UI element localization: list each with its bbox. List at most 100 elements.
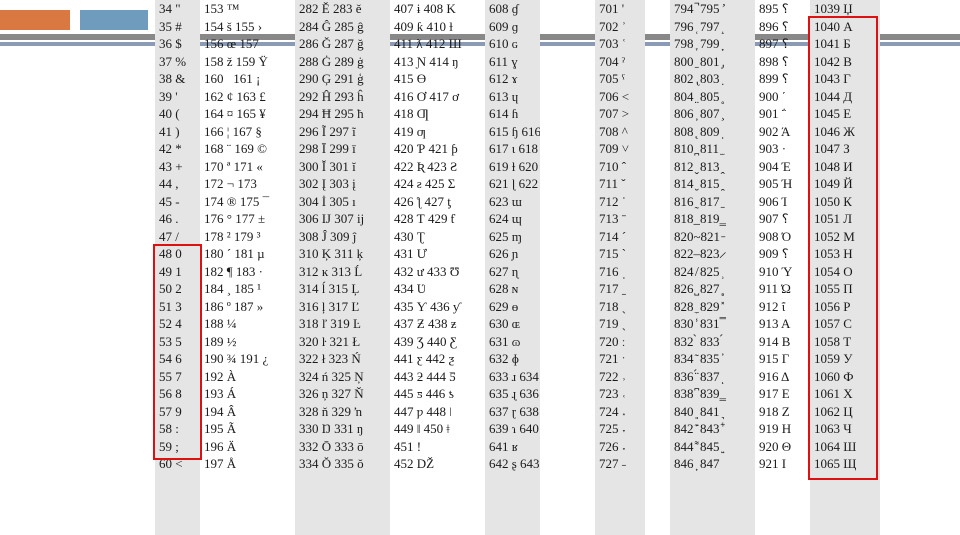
cell-c6-8: 709 ˅ bbox=[595, 140, 645, 158]
cell-c7-2 bbox=[645, 35, 670, 53]
cell-c6-14: 715 ˋ bbox=[595, 245, 645, 263]
cell-c5-8 bbox=[540, 140, 595, 158]
cell-c3-8: 420 Ƥ 421 ƥ bbox=[390, 140, 485, 158]
cell-c5-23 bbox=[540, 403, 595, 421]
cell-c5-16 bbox=[540, 280, 595, 298]
cell-c5-1 bbox=[540, 18, 595, 36]
cell-c2-7: 296 Ĩ 297 ĩ bbox=[295, 123, 390, 141]
cell-c7-4 bbox=[645, 70, 670, 88]
cell-c10-4: 1043 Г bbox=[810, 70, 880, 88]
cell-c3-25: 451 ! bbox=[390, 438, 485, 456]
cell-c0-10: 44 , bbox=[155, 175, 200, 193]
cell-c6-20: 721 ˑ bbox=[595, 350, 645, 368]
cell-c0-21: 55 7 bbox=[155, 368, 200, 386]
cell-c1-19: 189 ½ bbox=[200, 333, 295, 351]
cell-c7-26 bbox=[645, 455, 670, 473]
cell-c1-9: 170 ª 171 « bbox=[200, 158, 295, 176]
cell-c10-13: 1052 М bbox=[810, 228, 880, 246]
cell-c3-11: 426 ƪ 427 ƫ bbox=[390, 193, 485, 211]
cell-c10-15: 1054 О bbox=[810, 263, 880, 281]
col-c1: 153 ™154 š 155 ›156 œ 157158 ž 159 Ÿ160 … bbox=[200, 0, 295, 535]
cell-c4-2: 610 ɢ bbox=[485, 35, 540, 53]
cell-c7-14 bbox=[645, 245, 670, 263]
cell-c6-3: 704 ˀ bbox=[595, 53, 645, 71]
cell-c8-20: 834 ͂ 835 ̓ bbox=[670, 350, 755, 368]
cell-c9-2: 897 ⸮ bbox=[755, 35, 810, 53]
cell-c0-13: 47 / bbox=[155, 228, 200, 246]
cell-c1-7: 166 ¦ 167 § bbox=[200, 123, 295, 141]
cell-c6-19: 720 ː bbox=[595, 333, 645, 351]
cell-c7-22 bbox=[645, 385, 670, 403]
cell-c5-13 bbox=[540, 228, 595, 246]
cell-c5-14 bbox=[540, 245, 595, 263]
cell-c0-20: 54 6 bbox=[155, 350, 200, 368]
col-c8: 794 ̚ 795 ̛796 ̜ 797 ̝798 ̞ 799 ̟800 ̠ 8… bbox=[670, 0, 755, 535]
cell-c6-26: 727 ˗ bbox=[595, 455, 645, 473]
cell-c4-17: 629 ɵ bbox=[485, 298, 540, 316]
cell-c7-21 bbox=[645, 368, 670, 386]
cell-c3-13: 430 Ʈ bbox=[390, 228, 485, 246]
cell-c1-14: 180 ´ 181 µ bbox=[200, 245, 295, 263]
cell-c0-9: 43 + bbox=[155, 158, 200, 176]
cell-c7-12 bbox=[645, 210, 670, 228]
cell-c1-17: 186 º 187 » bbox=[200, 298, 295, 316]
cell-c3-26: 452 DŽ bbox=[390, 455, 485, 473]
cell-c4-5: 613 ɥ bbox=[485, 88, 540, 106]
cell-c0-7: 41 ) bbox=[155, 123, 200, 141]
cell-c8-4: 802 ̢ 803 ̣ bbox=[670, 70, 755, 88]
cell-c0-24: 58 : bbox=[155, 420, 200, 438]
cell-c6-25: 726 ˖ bbox=[595, 438, 645, 456]
cell-c10-14: 1053 Н bbox=[810, 245, 880, 263]
cell-c0-18: 52 4 bbox=[155, 315, 200, 333]
cell-c3-21: 443 ƻ 444 Ƽ bbox=[390, 368, 485, 386]
cell-c6-7: 708 ^ bbox=[595, 123, 645, 141]
cell-c7-9 bbox=[645, 158, 670, 176]
cell-c10-3: 1042 В bbox=[810, 53, 880, 71]
cell-c5-21 bbox=[540, 368, 595, 386]
cell-c7-5 bbox=[645, 88, 670, 106]
cell-c6-9: 710 ˆ bbox=[595, 158, 645, 176]
cell-c10-0: 1039 Џ bbox=[810, 0, 880, 18]
cell-c6-13: 714 ˊ bbox=[595, 228, 645, 246]
cell-c8-17: 828 ̼ 829 ̽ bbox=[670, 298, 755, 316]
cell-c2-25: 332 Ō 333 ō bbox=[295, 438, 390, 456]
cell-c2-2: 286 Ğ 287 ğ bbox=[295, 35, 390, 53]
cell-c9-6: 901 ΅ bbox=[755, 105, 810, 123]
cell-c4-26: 642 ʂ 643 ʃ bbox=[485, 455, 540, 473]
cell-c10-23: 1062 Ц bbox=[810, 403, 880, 421]
cell-c9-23: 918 Ζ bbox=[755, 403, 810, 421]
cell-c6-22: 723 ˓ bbox=[595, 385, 645, 403]
cell-c9-4: 899 ⸮ bbox=[755, 70, 810, 88]
cell-c10-5: 1044 Д bbox=[810, 88, 880, 106]
cell-c5-12 bbox=[540, 210, 595, 228]
cell-c10-1: 1040 А bbox=[810, 18, 880, 36]
cell-c8-11: 816 ̰ 817 ̱ bbox=[670, 193, 755, 211]
cell-c5-17 bbox=[540, 298, 595, 316]
cell-c1-24: 195 Ã bbox=[200, 420, 295, 438]
cell-c10-20: 1059 У bbox=[810, 350, 880, 368]
cell-c2-1: 284 Ĝ 285 ĝ bbox=[295, 18, 390, 36]
cell-c9-11: 906 Ί bbox=[755, 193, 810, 211]
cell-c0-4: 38 & bbox=[155, 70, 200, 88]
cell-c0-23: 57 9 bbox=[155, 403, 200, 421]
cell-c0-1: 35 # bbox=[155, 18, 200, 36]
cell-c4-23: 637 ɽ 638 ɾ bbox=[485, 403, 540, 421]
cell-c6-11: 712 ˈ bbox=[595, 193, 645, 211]
cell-c4-0: 608 ɠ bbox=[485, 0, 540, 18]
cell-c3-17: 435 Ƴ 436 ƴ bbox=[390, 298, 485, 316]
col-c3: 407 ɨ 408 K409 ƙ 410 ƚ411 ƛ 412 Ш413 Ɲ 4… bbox=[390, 0, 485, 535]
cell-c4-9: 619 ɫ 620 ɬ bbox=[485, 158, 540, 176]
cell-c9-25: 920 Θ bbox=[755, 438, 810, 456]
cell-c1-1: 154 š 155 › bbox=[200, 18, 295, 36]
cell-c3-22: 445 ƽ 446 ƾ bbox=[390, 385, 485, 403]
cell-c4-12: 624 ɰ bbox=[485, 210, 540, 228]
cell-c3-24: 449 ǁ 450 ǂ bbox=[390, 420, 485, 438]
cell-c6-16: 717 ˍ bbox=[595, 280, 645, 298]
blue-block-1 bbox=[80, 10, 148, 30]
cell-c5-22 bbox=[540, 385, 595, 403]
cell-c10-16: 1055 П bbox=[810, 280, 880, 298]
cell-c9-0: 895 ⸮ bbox=[755, 0, 810, 18]
cell-c8-19: 832 ̀ 833 ́ bbox=[670, 333, 755, 351]
cell-c1-21: 192 À bbox=[200, 368, 295, 386]
cell-c10-6: 1045 Е bbox=[810, 105, 880, 123]
